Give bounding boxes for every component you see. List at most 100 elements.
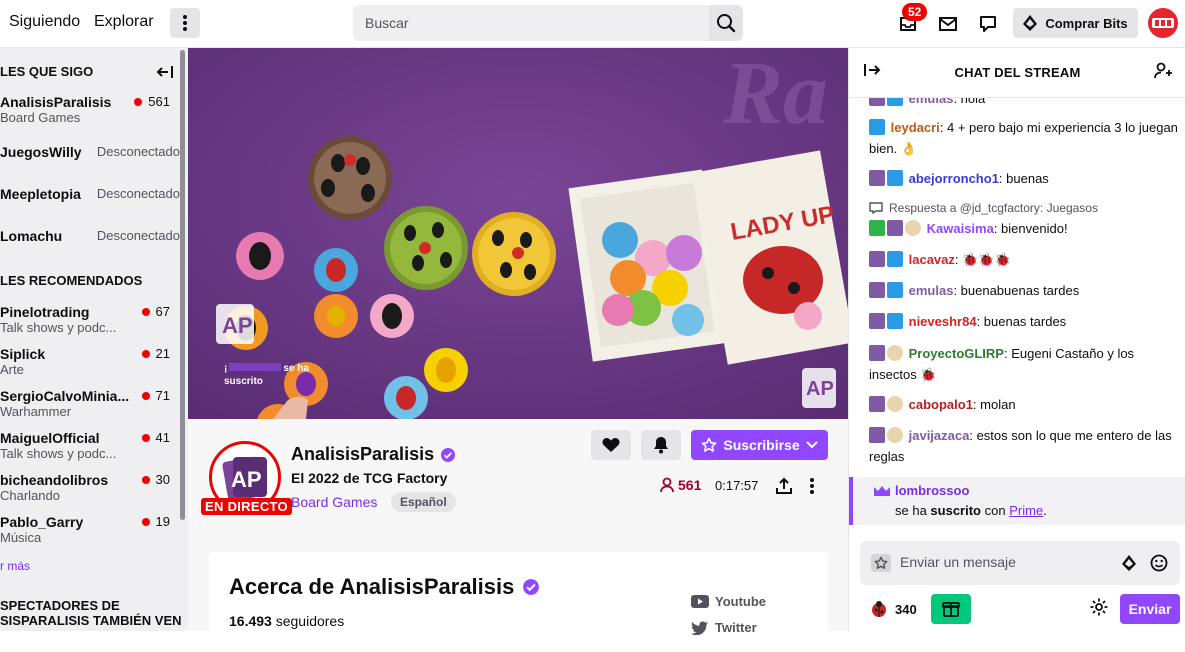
- following-link[interactable]: Siguiendo: [9, 13, 80, 31]
- viewer-count: 561: [148, 94, 170, 109]
- points-value: 340: [895, 601, 917, 617]
- overlay-name-placeholder: [229, 363, 282, 371]
- chat-username[interactable]: ProyectoGLIRP: [909, 346, 1004, 361]
- reply-context[interactable]: Respuesta a @jd_tcgfactory: Juegasos: [869, 201, 1098, 215]
- followers-label: seguidores: [275, 613, 345, 629]
- subscribe-button[interactable]: Suscribirse: [691, 430, 828, 460]
- chat-username[interactable]: nieveshr84: [909, 314, 977, 329]
- sidebar-channel-lomachu[interactable]: Lomachu Desconectado: [0, 228, 180, 268]
- video-player[interactable]: Ra LADY UP AP AP ¡ se ha suscrito: [188, 48, 848, 419]
- more-options-button[interactable]: [170, 8, 200, 38]
- prime-link[interactable]: Prime: [1009, 503, 1043, 518]
- chat-message-input[interactable]: Enviar un mensaje: [860, 541, 1180, 585]
- whispers-button[interactable]: [974, 10, 1002, 38]
- whispers-inbox-button[interactable]: [934, 10, 962, 38]
- left-sidebar: LES QUE SIGO AnalisisParalisis Board Gam…: [0, 48, 188, 631]
- subscriber-crown-badge-icon: [887, 98, 903, 106]
- chat-username[interactable]: abejorroncho1: [909, 171, 999, 186]
- chat-username[interactable]: Kawaisima: [927, 221, 994, 236]
- buy-bits-label: Comprar Bits: [1045, 15, 1128, 31]
- sidebar-channel-sergiocalvominia[interactable]: SergioCalvoMinia... Warhammer 71: [0, 388, 180, 428]
- overlay-line1: ¡: [224, 363, 228, 374]
- channel-name: JuegosWilly: [0, 144, 82, 160]
- sidebar-channel-analisisparalisis[interactable]: AnalisisParalisis Board Games 561: [0, 94, 180, 134]
- prime-badge-icon: [887, 345, 903, 361]
- top-navigation: Siguiendo Explorar Buscar 52 Comprar Bit…: [0, 0, 1185, 48]
- follow-button[interactable]: [591, 430, 631, 460]
- social-link-youtube[interactable]: Youtube: [691, 594, 766, 609]
- chat-message: cabopalo1: molan: [869, 394, 1179, 415]
- show-more-link[interactable]: r más: [0, 559, 30, 573]
- youtube-icon: [691, 595, 709, 608]
- reply-icon: [869, 202, 883, 214]
- chat-username[interactable]: cabopalo1: [909, 397, 973, 412]
- user-avatar[interactable]: [1148, 8, 1178, 38]
- chat-settings-gear-icon[interactable]: [1089, 597, 1109, 617]
- followers-number: 16.493: [229, 613, 272, 629]
- share-button[interactable]: [772, 474, 796, 498]
- chat-username[interactable]: leydacri: [891, 120, 940, 135]
- sidebar-channel-pinelotrading[interactable]: Pinelotrading Talk shows y podc... 67: [0, 304, 180, 344]
- live-indicator-icon: [141, 433, 150, 442]
- resub-username[interactable]: lombrossoo: [895, 483, 969, 498]
- chevron-down-icon: [805, 441, 818, 449]
- sidebar-channel-meepletopia[interactable]: Meepletopia Desconectado: [0, 186, 180, 226]
- search-button[interactable]: [709, 5, 743, 41]
- meeple-badge-icon: [869, 170, 885, 186]
- sidebar-channel-siplick[interactable]: Siplick Arte 21: [0, 346, 180, 386]
- moderator-badge-icon: [869, 220, 885, 236]
- bits-gem-icon[interactable]: [1122, 555, 1136, 571]
- chat-username[interactable]: emulas: [909, 283, 954, 298]
- social-link-twitter[interactable]: Twitter: [691, 620, 757, 635]
- resub-text-mid: con: [981, 503, 1010, 518]
- followers-count: 16.493 seguidores: [229, 613, 344, 629]
- language-tag[interactable]: Español: [391, 492, 456, 512]
- chat-username[interactable]: emulas: [909, 98, 954, 106]
- channel-name: Meepletopia: [0, 186, 81, 202]
- subscribe-label: Suscribirse: [723, 437, 800, 453]
- viewer-count-display: 561: [660, 477, 701, 493]
- followed-channels-heading: LES QUE SIGO: [0, 64, 94, 79]
- explore-link[interactable]: Explorar: [94, 13, 154, 31]
- chat-username[interactable]: javijazaca: [909, 428, 970, 443]
- sidebar-channel-maiguelofficial[interactable]: MaiguelOfficial Talk shows y podc... 41: [0, 430, 180, 470]
- subscriber-crown-badge-icon: [887, 251, 903, 267]
- vertical-dots-icon: [810, 478, 814, 494]
- chat-message: emulas: hola: [869, 98, 1179, 109]
- send-chat-button[interactable]: Enviar: [1120, 594, 1180, 624]
- community-icon[interactable]: [1154, 62, 1174, 80]
- viewer-count: 71: [155, 388, 170, 403]
- viewer-count: 19: [155, 514, 170, 529]
- channel-title[interactable]: AnalisisParalisis: [291, 444, 456, 465]
- sidebar-channel-bicheandolibros[interactable]: bicheandolibros Charlando 30: [0, 472, 180, 512]
- chat-title: CHAT DEL STREAM: [954, 65, 1081, 80]
- meeple-badge-icon: [869, 313, 885, 329]
- more-actions-button[interactable]: [802, 474, 822, 498]
- channel-points-balance[interactable]: 340: [869, 600, 917, 618]
- live-badge: EN DIRECTO: [201, 498, 292, 515]
- sidebar-scrollbar[interactable]: [180, 50, 185, 520]
- collapse-sidebar-icon[interactable]: [156, 65, 174, 79]
- stream-title: El 2022 de TCG Factory: [291, 470, 448, 486]
- stream-info-panel: AP EN DIRECTO AnalisisParalisis El 2022 …: [188, 419, 848, 652]
- subscriber-crown-badge-icon: [887, 282, 903, 298]
- search-input[interactable]: Buscar: [353, 5, 709, 41]
- chat-text: : buenabuenas tardes: [953, 283, 1080, 298]
- sidebar-channel-pablo-garry[interactable]: Pablo_Garry Música 19: [0, 514, 180, 554]
- channel-points-button[interactable]: [931, 594, 971, 624]
- emote-picker-star-icon[interactable]: [871, 554, 891, 572]
- sidebar-channel-juegoswilly[interactable]: JuegosWilly Desconectado: [0, 144, 180, 184]
- notifications-bell-button[interactable]: [641, 430, 681, 460]
- chat-message: emulas: buenabuenas tardes: [869, 280, 1179, 301]
- channel-category: Talk shows y podc...: [0, 320, 117, 335]
- vertical-dots-icon: [183, 15, 187, 31]
- stream-category-link[interactable]: Board Games: [291, 494, 377, 510]
- emoji-smile-icon[interactable]: [1150, 554, 1168, 572]
- meeple-badge-icon: [869, 98, 885, 106]
- reply-text: Respuesta a @jd_tcgfactory: Juegasos: [889, 201, 1098, 215]
- live-indicator-icon: [141, 349, 150, 358]
- svg-text:Ra: Ra: [722, 48, 828, 143]
- chat-username[interactable]: lacavaz: [909, 252, 955, 267]
- buy-bits-button[interactable]: Comprar Bits: [1013, 8, 1138, 38]
- prime-crown-icon: [873, 485, 891, 497]
